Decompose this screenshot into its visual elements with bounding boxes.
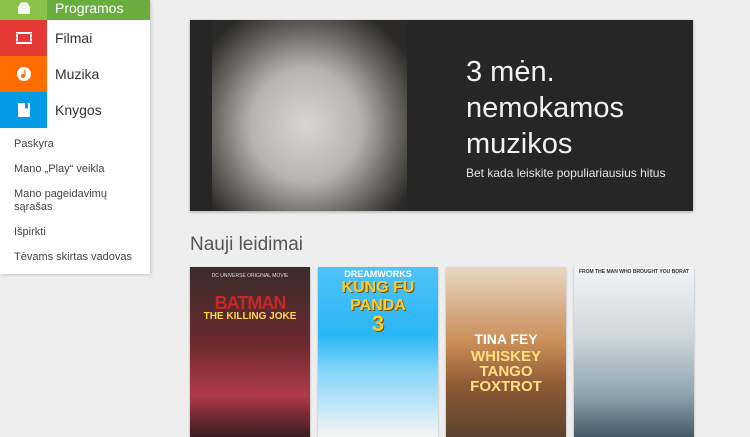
link-account[interactable]: Paskyra [14,138,134,151]
link-redeem[interactable]: Išpirkti [14,226,134,239]
sidebar-links: Paskyra Mano „Play“ veikla Mano pageidav… [0,128,150,264]
card-subtitle: THE KILLING JOKE [203,311,297,322]
category-music[interactable]: Muzika [0,56,150,92]
music-note-icon [0,56,47,92]
banner-artist-photo [212,20,407,211]
banner-subtitle: Bet kada leiskite populiariausius hitus [466,166,666,180]
link-parent-guide[interactable]: Tėvams skirtas vadovas [14,251,134,264]
movie-card-whiskey-tango-foxtrot[interactable]: TINA FEY WHISKEY TANGO FOXTROT [446,267,566,437]
book-icon [0,92,47,128]
link-wishlist[interactable]: Mano pageidavimų sąrašas [14,188,134,214]
card-studio: DREAMWORKS [344,269,412,279]
card-tagline: DC UNIVERSE ORIGINAL MOVIE [211,273,289,279]
movie-card-kung-fu-panda[interactable]: DREAMWORKS KUNG FU PANDA 3 [318,267,438,437]
section-title: Nauji leidimai [190,234,303,255]
card-number: 3 [371,311,385,336]
sidebar: Programos Filmai Muzika Knygos Paskyra M… [0,0,150,274]
banner-headline: 3 mėn. nemokamos muzikos [466,56,624,160]
film-icon [0,20,47,56]
link-my-play-activity[interactable]: Mano „Play“ veikla [14,163,134,176]
category-label: Filmai [55,30,93,46]
category-label: Knygos [55,102,102,118]
card-actor: TINA FEY [474,331,538,347]
movie-card-batman[interactable]: DC UNIVERSE ORIGINAL MOVIE BATMAN THE KI… [190,267,310,437]
category-label: Programos [47,0,150,20]
card-title: WHISKEY TANGO FOXTROT [470,348,542,395]
category-apps[interactable]: Programos [0,0,150,20]
card-tagline: FROM THE MAN WHO BROUGHT YOU BORAT [578,269,690,275]
category-movies[interactable]: Filmai [0,20,150,56]
promo-banner[interactable]: 3 mėn. nemokamos muzikos Bet kada leiski… [190,20,693,211]
category-books[interactable]: Knygos [0,92,150,128]
category-label: Muzika [55,66,100,82]
movie-card-grimsby[interactable]: FROM THE MAN WHO BROUGHT YOU BORAT [574,267,694,437]
card-title: KUNG FU [341,279,415,296]
android-icon [0,0,47,20]
